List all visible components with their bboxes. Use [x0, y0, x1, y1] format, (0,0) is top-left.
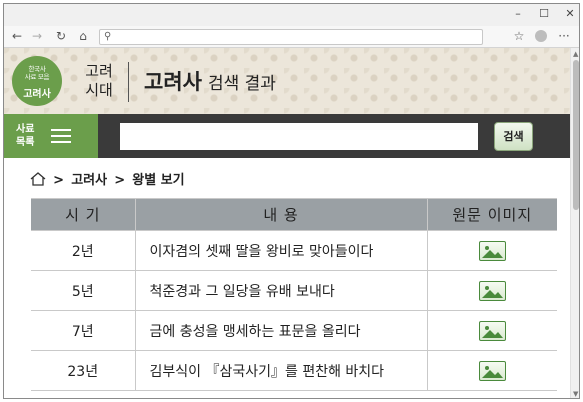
- cell-image: [426, 230, 557, 271]
- forward-arrow-icon[interactable]: →: [30, 29, 44, 43]
- image-icon[interactable]: [478, 320, 506, 341]
- table-row: 2년 이자겸의 셋째 딸을 왕비로 맞아들이다: [31, 230, 557, 271]
- cell-period: 7년: [31, 310, 136, 351]
- source-list-menu-button[interactable]: 사료 목록: [4, 114, 98, 158]
- table-header-row: 시 기 내 용 원문 이미지: [31, 198, 557, 231]
- scroll-thumb[interactable]: [573, 60, 579, 210]
- favorites-icon[interactable]: ☆: [512, 29, 526, 43]
- reload-icon[interactable]: ↻: [54, 29, 68, 43]
- cell-content[interactable]: 이자겸의 셋째 딸을 왕비로 맞아들이다: [134, 230, 428, 271]
- cell-image: [426, 310, 557, 351]
- results-table: 시 기 내 용 원문 이미지 2년 이자겸의 셋째 딸을 왕비로 맞아들이다 5…: [31, 198, 557, 391]
- breadcrumb-item-current: 왕별 보기: [132, 173, 185, 188]
- site-logo[interactable]: 한국사 사료 모음 고려사: [12, 56, 62, 106]
- home-icon[interactable]: [30, 172, 46, 190]
- menu-label: 사료 목록: [16, 124, 35, 148]
- home-icon[interactable]: ⌂: [76, 29, 90, 43]
- more-icon[interactable]: ···: [557, 29, 571, 43]
- column-header-period: 시 기: [31, 198, 136, 231]
- browser-toolbar: ← → ↻ ⌂ ⚲ ☆ ···: [4, 26, 579, 48]
- era-label: 고려 시대: [85, 62, 113, 99]
- image-icon[interactable]: [478, 360, 506, 381]
- search-icon: ⚲: [104, 31, 112, 42]
- close-button[interactable]: ✕: [563, 7, 577, 21]
- browser-window: – ☐ ✕ ← → ↻ ⌂ ⚲ ☆ ··· 한국사 사료 모음 고려사 고려 시…: [3, 3, 580, 399]
- minimize-button[interactable]: –: [511, 7, 525, 21]
- page-title: 고려사 검색 결과: [144, 66, 276, 96]
- breadcrumb-item[interactable]: 고려사: [71, 173, 107, 188]
- page-title-sub: 검색 결과: [207, 74, 276, 94]
- image-icon[interactable]: [478, 280, 506, 301]
- address-bar[interactable]: ⚲: [99, 29, 483, 45]
- profile-icon[interactable]: [534, 29, 548, 43]
- header-divider: [128, 62, 129, 102]
- breadcrumb-separator: >: [53, 173, 65, 188]
- scroll-up-icon[interactable]: ▲: [573, 50, 578, 58]
- page-title-main: 고려사: [144, 70, 202, 94]
- table-row: 23년 김부식이 『삼국사기』를 편찬해 바치다: [31, 350, 557, 391]
- logo-caption: 한국사 사료 모음: [24, 65, 50, 81]
- hamburger-icon: [51, 129, 71, 147]
- scroll-down-icon[interactable]: ▼: [573, 390, 578, 398]
- back-arrow-icon[interactable]: ←: [10, 29, 24, 43]
- vertical-scrollbar[interactable]: ▲ ▼: [570, 48, 579, 398]
- cell-content[interactable]: 금에 충성을 맹세하는 표문을 올리다: [134, 310, 428, 351]
- search-input[interactable]: [120, 123, 478, 150]
- search-bar: 사료 목록 검색: [4, 114, 570, 158]
- column-header-content: 내 용: [134, 198, 428, 231]
- column-header-image: 원문 이미지: [426, 198, 557, 231]
- cell-image: [426, 270, 557, 311]
- cell-image: [426, 350, 557, 391]
- site-header: 한국사 사료 모음 고려사 고려 시대 고려사 검색 결과: [4, 48, 570, 114]
- maximize-button[interactable]: ☐: [537, 7, 551, 21]
- image-icon[interactable]: [478, 240, 506, 261]
- cell-content[interactable]: 김부식이 『삼국사기』를 편찬해 바치다: [134, 350, 428, 391]
- cell-period: 2년: [31, 230, 136, 271]
- table-row: 7년 금에 충성을 맹세하는 표문을 올리다: [31, 310, 557, 351]
- table-row: 5년 척준경과 그 일당을 유배 보내다: [31, 270, 557, 311]
- title-bar: – ☐ ✕: [4, 4, 579, 26]
- page-viewport: 한국사 사료 모음 고려사 고려 시대 고려사 검색 결과 사료 목록 검색 >…: [4, 48, 570, 398]
- breadcrumb-separator: >: [114, 173, 126, 188]
- cell-content[interactable]: 척준경과 그 일당을 유배 보내다: [134, 270, 428, 311]
- breadcrumb: > 고려사 > 왕별 보기: [30, 169, 185, 190]
- cell-period: 23년: [31, 350, 136, 391]
- cell-period: 5년: [31, 270, 136, 311]
- logo-title: 고려사: [23, 89, 51, 100]
- search-button[interactable]: 검색: [494, 122, 533, 151]
